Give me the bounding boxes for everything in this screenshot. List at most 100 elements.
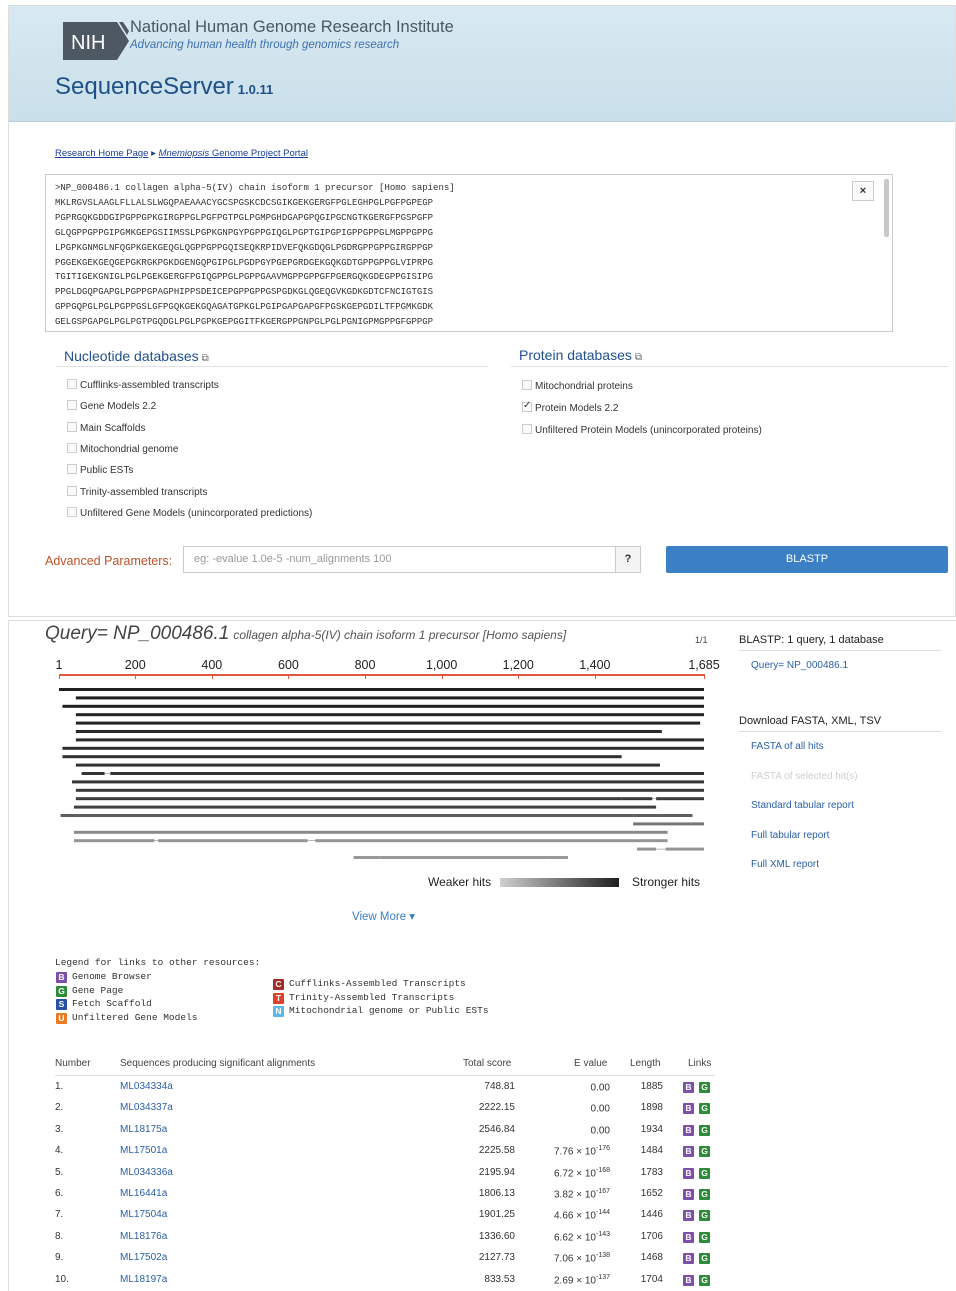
genome-browser-link-icon[interactable]: B [683, 1210, 694, 1222]
download-link-3[interactable]: Full tabular report [751, 830, 829, 841]
hit-row-15[interactable] [73, 805, 657, 809]
genome-browser-link-icon[interactable]: B [683, 1274, 694, 1286]
hit-id-link[interactable]: ML16441a [120, 1188, 167, 1199]
external-link-icon[interactable]: ⧉ [635, 352, 642, 363]
database-checkbox-0[interactable]: Mitochondrial proteins [522, 380, 633, 392]
hit-segment[interactable] [75, 797, 622, 801]
hit-id-link[interactable]: ML18175a [120, 1124, 167, 1135]
database-checkbox-1[interactable]: Gene Models 2.2 [67, 400, 156, 412]
hit-row-5[interactable] [75, 721, 701, 725]
gene-page-link-icon[interactable]: G [699, 1231, 710, 1243]
hit-id-link[interactable]: ML18197a [120, 1274, 167, 1285]
gene-page-link-icon[interactable]: G [699, 1082, 710, 1093]
view-more-link[interactable]: View More ▾ [352, 909, 415, 923]
database-checkbox-1[interactable]: Protein Models 2.2 [522, 400, 618, 414]
checkbox-icon[interactable] [67, 506, 77, 517]
hit-row-14[interactable] [75, 797, 704, 801]
checkbox-icon[interactable] [67, 379, 77, 389]
hit-row-19[interactable] [73, 839, 668, 843]
hit-id-link[interactable]: ML17501a [120, 1145, 167, 1156]
hit-segment[interactable] [315, 839, 668, 843]
hit-id-link[interactable]: ML17502a [120, 1252, 167, 1263]
hit-row-7[interactable] [75, 738, 705, 742]
hit-segment[interactable] [633, 814, 693, 817]
hit-segment[interactable] [62, 755, 622, 759]
genome-browser-link-icon[interactable]: B [683, 1167, 694, 1179]
hit-segment[interactable] [73, 839, 155, 843]
hit-id-link[interactable]: ML17504a [120, 1209, 167, 1220]
checkbox-icon[interactable] [522, 400, 532, 413]
database-checkbox-0[interactable]: Cufflinks-assembled transcripts [67, 379, 219, 391]
genome-browser-link-icon[interactable]: B [683, 1189, 694, 1200]
hit-segment[interactable] [62, 704, 705, 708]
hit-segment[interactable] [75, 763, 660, 767]
hit-row-11[interactable] [81, 772, 705, 775]
checkbox-icon[interactable] [522, 424, 532, 435]
hit-segment[interactable] [75, 713, 705, 717]
hit-row-13[interactable] [75, 788, 705, 792]
sequence-scrollbar[interactable] [884, 179, 889, 237]
checkbox-icon[interactable] [67, 421, 77, 432]
hit-segment[interactable] [60, 814, 634, 817]
hit-row-21[interactable] [353, 856, 569, 859]
checkbox-icon[interactable] [67, 442, 77, 453]
database-checkbox-2[interactable]: Unfiltered Protein Models (unincorporate… [522, 424, 762, 436]
hit-segment[interactable] [75, 696, 705, 700]
hit-segment[interactable] [636, 847, 657, 851]
hit-row-8[interactable] [62, 746, 705, 750]
checkbox-icon[interactable] [67, 485, 77, 496]
gene-page-link-icon[interactable]: G [699, 1274, 710, 1286]
download-link-4[interactable]: Full XML report [751, 859, 819, 870]
hit-row-12[interactable] [72, 780, 704, 784]
breadcrumb-home-link[interactable]: Research Home Page [55, 148, 148, 159]
database-checkbox-5[interactable]: Trinity-assembled transcripts [67, 485, 207, 498]
hit-segment[interactable] [380, 856, 549, 859]
hit-segment[interactable] [158, 839, 308, 843]
hit-row-9[interactable] [62, 755, 622, 759]
gene-page-link-icon[interactable]: G [699, 1167, 710, 1179]
hit-segment[interactable] [548, 856, 569, 859]
hit-segment[interactable] [62, 746, 705, 750]
hit-segment[interactable] [633, 830, 668, 834]
gene-page-link-icon[interactable]: G [699, 1124, 710, 1136]
hit-row-16[interactable] [60, 814, 693, 817]
breadcrumb-portal-link[interactable]: Mnemiopsis Genome Project Portal [159, 148, 308, 159]
sidebar-query-link[interactable]: Query= NP_000486.1 [751, 660, 848, 671]
hit-segment[interactable] [59, 688, 704, 691]
genome-browser-link-icon[interactable]: B [683, 1103, 694, 1115]
hit-segment[interactable] [73, 830, 634, 834]
hit-segment[interactable] [621, 797, 653, 801]
database-checkbox-3[interactable]: Mitochondrial genome [67, 442, 178, 455]
hit-segment[interactable] [73, 805, 657, 809]
hit-row-4[interactable] [75, 713, 705, 717]
hit-id-link[interactable]: ML034336a [120, 1167, 173, 1178]
hit-segment[interactable] [75, 730, 662, 733]
database-checkbox-6[interactable]: Unfiltered Gene Models (unincorporated p… [67, 506, 312, 519]
checkbox-icon[interactable] [67, 400, 77, 411]
genome-browser-link-icon[interactable]: B [683, 1231, 694, 1243]
hit-segment[interactable] [633, 822, 704, 826]
hit-segment[interactable] [81, 772, 105, 775]
hit-row-3[interactable] [62, 704, 705, 708]
hit-row-17[interactable] [633, 822, 704, 826]
hit-row-10[interactable] [75, 763, 660, 767]
database-checkbox-2[interactable]: Main Scaffolds [67, 421, 145, 434]
hit-segment[interactable] [72, 780, 704, 784]
blastp-submit-button[interactable]: BLASTP [666, 546, 948, 573]
database-checkbox-4[interactable]: Public ESTs [67, 464, 133, 476]
genome-browser-link-icon[interactable]: B [683, 1253, 694, 1265]
gene-page-link-icon[interactable]: G [699, 1210, 710, 1222]
hit-segment[interactable] [75, 721, 701, 725]
gene-page-link-icon[interactable]: G [699, 1146, 710, 1158]
download-link-0[interactable]: FASTA of all hits [751, 741, 824, 752]
download-link-2[interactable]: Standard tabular report [751, 800, 854, 811]
external-link-icon[interactable]: ⧉ [202, 353, 209, 364]
hit-row-18[interactable] [73, 830, 668, 834]
hit-row-6[interactable] [75, 730, 662, 733]
checkbox-icon[interactable] [67, 464, 77, 475]
hit-segment[interactable] [665, 847, 704, 851]
genome-browser-link-icon[interactable]: B [683, 1124, 694, 1136]
advanced-parameters-input[interactable]: eg: -evalue 1.0e-5 -num_alignments 100 [183, 546, 616, 573]
gene-page-link-icon[interactable]: G [699, 1189, 710, 1200]
hit-segment[interactable] [656, 797, 704, 801]
